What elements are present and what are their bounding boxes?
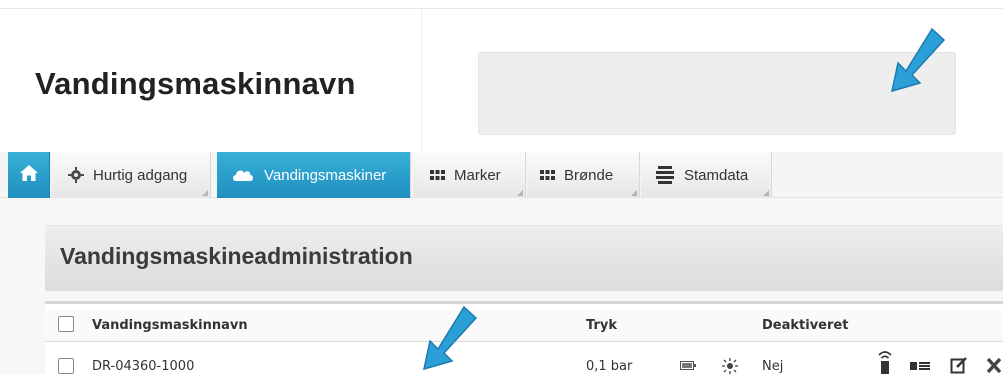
tab-corner	[202, 190, 208, 196]
column-header-deaktiveret[interactable]: Deaktiveret	[762, 318, 848, 333]
select-all-checkbox[interactable]	[58, 316, 74, 332]
row-checkbox[interactable]	[58, 358, 74, 374]
battery-icon	[680, 361, 696, 370]
edit-icon[interactable]	[950, 356, 968, 374]
tab-stamdata[interactable]: Stamdata	[641, 152, 772, 198]
tab-label: Vandingsmaskiner	[264, 166, 387, 184]
grid-icon	[540, 170, 555, 180]
main-navigation: Hurtig adgang Vandingsmaskiner Marker Br	[0, 152, 1003, 198]
gear-icon	[68, 167, 84, 183]
tryk-cell: 0,1 bar	[586, 359, 633, 374]
arrow-icon	[891, 27, 946, 93]
tab-corner	[517, 190, 523, 196]
tab-corner	[763, 190, 769, 196]
arrow-icon	[423, 305, 478, 371]
field-column-divider	[421, 10, 422, 152]
tab-broende[interactable]: Brønde	[527, 152, 640, 198]
grid-icon	[430, 170, 445, 180]
column-header-name[interactable]: Vandingsmaskinnavn	[92, 318, 248, 333]
panel-title: Vandingsmaskineadministration	[60, 243, 413, 269]
tab-corner	[631, 190, 637, 196]
tab-label: Stamdata	[684, 166, 749, 184]
column-header-tryk[interactable]: Tryk	[586, 318, 617, 333]
cloud-icon	[231, 168, 255, 182]
stack-icon	[655, 165, 675, 185]
home-icon	[19, 163, 39, 187]
tab-vandingsmaskiner[interactable]: Vandingsmaskiner	[217, 152, 411, 198]
delete-icon[interactable]	[986, 357, 1002, 374]
tab-label: Hurtig adgang	[93, 166, 188, 184]
tab-label: Brønde	[564, 166, 614, 184]
tab-hurtig-adgang[interactable]: Hurtig adgang	[51, 152, 211, 198]
tab-home[interactable]	[8, 152, 50, 198]
tab-label: Marker	[454, 166, 501, 184]
machine-name-cell[interactable]: DR-04360-1000	[92, 359, 194, 374]
top-divider	[0, 8, 1003, 9]
field-label: Vandingsmaskinnavn	[35, 66, 356, 101]
remote-control-icon[interactable]	[876, 348, 894, 374]
sun-icon	[722, 358, 738, 374]
list-view-icon[interactable]	[910, 361, 930, 371]
deaktiveret-cell: Nej	[762, 359, 784, 374]
tab-marker[interactable]: Marker	[413, 152, 526, 198]
